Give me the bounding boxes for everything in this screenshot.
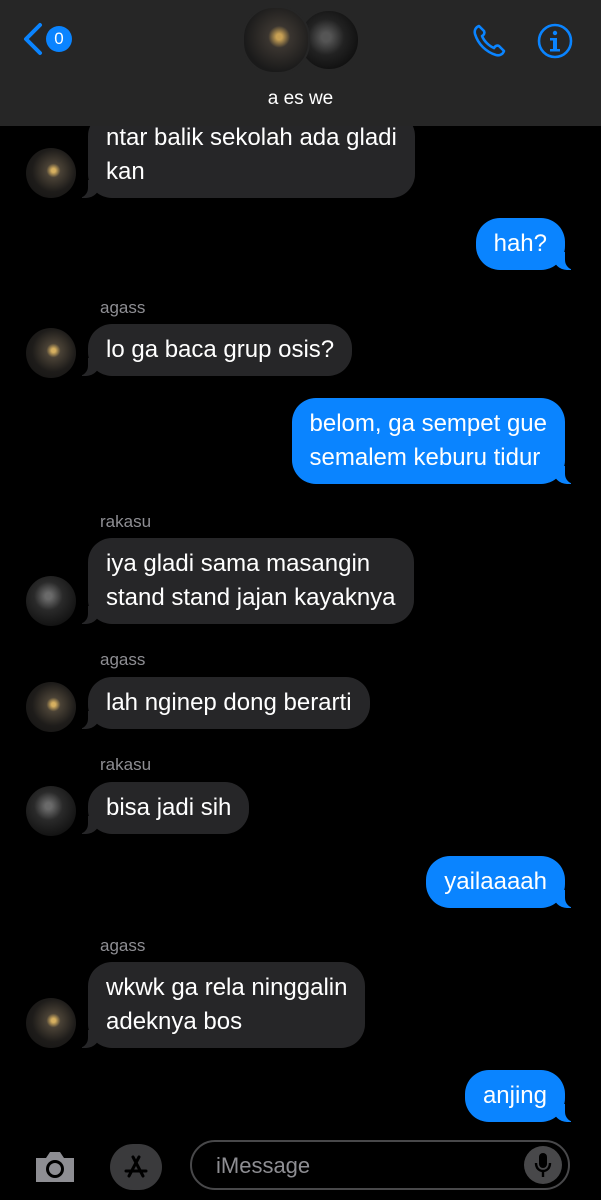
sender-name: agass bbox=[100, 650, 146, 669]
message-text: iya gladi sama masangin stand stand jaja… bbox=[106, 550, 396, 611]
app-store-icon bbox=[124, 1155, 148, 1178]
avatar[interactable] bbox=[26, 576, 76, 626]
unread-badge: 0 bbox=[46, 26, 72, 52]
back-button[interactable]: 0 bbox=[22, 22, 72, 56]
message-input[interactable] bbox=[214, 1150, 518, 1182]
message-bubble[interactable]: yailaaaah bbox=[426, 856, 575, 908]
sender-name: rakasu bbox=[100, 755, 152, 774]
dictation-button[interactable] bbox=[524, 1146, 562, 1184]
message-bubble[interactable]: wkwk ga rela ninggalin adeknya bos bbox=[77, 962, 366, 1048]
avatar[interactable] bbox=[26, 148, 76, 198]
avatar bbox=[242, 6, 310, 74]
compose-bar bbox=[0, 1130, 601, 1200]
message-text: bisa jadi sih bbox=[106, 794, 232, 821]
info-icon[interactable] bbox=[536, 22, 574, 60]
message-text: wkwk ga rela ninggalin adeknya bos bbox=[106, 974, 348, 1035]
avatar[interactable] bbox=[26, 328, 76, 378]
group-name[interactable]: a es we bbox=[0, 88, 601, 110]
app-store-button[interactable] bbox=[110, 1144, 162, 1190]
camera-icon[interactable] bbox=[32, 1148, 78, 1186]
message-text: ntar balik sekolah ada gladi kan bbox=[106, 124, 397, 185]
phone-icon[interactable] bbox=[470, 22, 508, 60]
message-text: anjing bbox=[482, 1082, 547, 1109]
sender-name: agass bbox=[100, 298, 146, 317]
message-bubble[interactable]: anjing bbox=[464, 1070, 576, 1122]
avatar[interactable] bbox=[26, 682, 76, 732]
message-bubble[interactable]: bisa jadi sih bbox=[77, 782, 250, 834]
message-text: hah? bbox=[493, 230, 547, 257]
message-bubble[interactable]: belom, ga sempet gue semalem keburu tidu… bbox=[291, 398, 576, 484]
message-bubble[interactable]: lo ga baca grup osis? bbox=[77, 324, 353, 376]
sender-name: rakasu bbox=[100, 512, 152, 531]
message-bubble[interactable]: hah? bbox=[475, 218, 576, 270]
avatar[interactable] bbox=[26, 998, 76, 1048]
avatar[interactable] bbox=[26, 786, 76, 836]
message-text: belom, ga sempet gue semalem keburu tidu… bbox=[309, 410, 547, 471]
message-text: lah nginep dong berarti bbox=[106, 689, 352, 716]
message-text: lo ga baca grup osis? bbox=[106, 336, 335, 363]
group-avatars[interactable] bbox=[242, 6, 362, 74]
message-text: yailaaaah bbox=[444, 868, 547, 895]
message-field bbox=[190, 1140, 570, 1190]
message-bubble[interactable]: lah nginep dong berarti bbox=[78, 677, 370, 729]
sender-name: agass bbox=[100, 936, 146, 955]
message-bubble[interactable]: iya gladi sama masangin stand stand jaja… bbox=[78, 538, 414, 624]
chevron-left-icon bbox=[24, 23, 42, 55]
conversation-header: 0 a es we bbox=[0, 0, 601, 126]
microphone-icon bbox=[534, 1153, 552, 1177]
